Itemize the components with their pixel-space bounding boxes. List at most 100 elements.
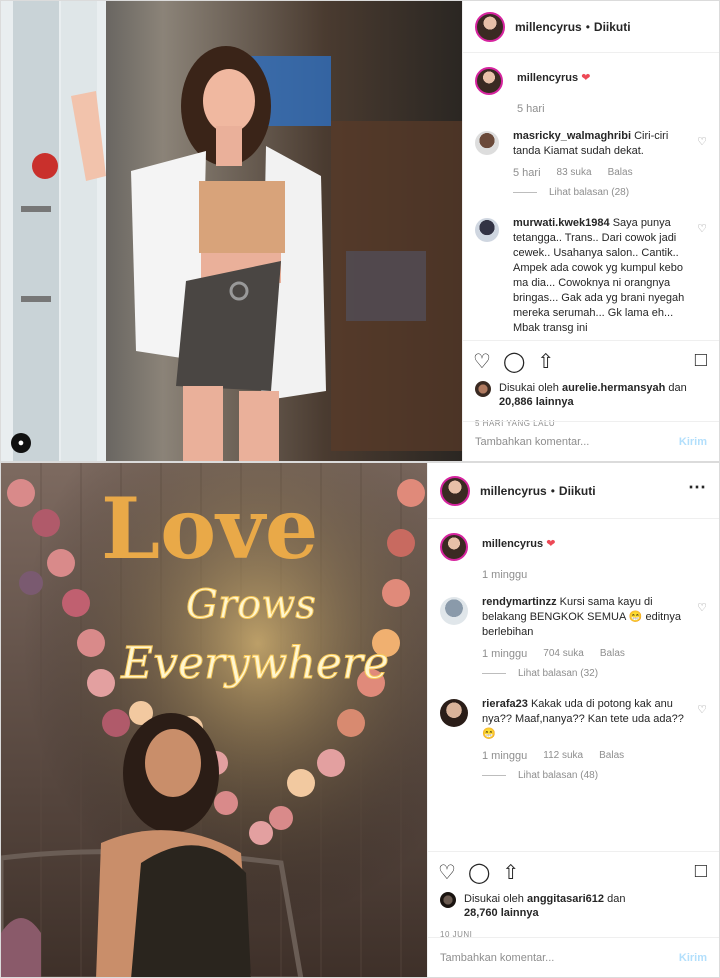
separator-dot: • — [585, 19, 590, 34]
post-header: millencyrus • Diikuti ⋯ — [428, 463, 719, 519]
comment-input[interactable]: Tambahkan komentar... — [475, 436, 589, 448]
caption-time: 1 minggu — [482, 569, 528, 581]
liked-by-prefix: Disukai oleh — [464, 893, 524, 905]
bookmark-icon[interactable]: □ — [695, 349, 707, 372]
comment-row: rendymartinzz Kursi sama kayu di belakan… — [440, 595, 707, 640]
flower-word: Love — [101, 479, 318, 578]
comment-row: masricky_walmaghribi Ciri-ciri tanda Kia… — [475, 129, 707, 159]
liked-by-count[interactable]: 28,760 lainnya — [464, 907, 539, 919]
see-replies-label: Lihat balasan (28) — [549, 187, 630, 198]
post-2-photo[interactable]: Love Grows Everywhere — [1, 463, 429, 977]
caption-time: 5 hari — [517, 103, 545, 115]
comment-like-heart-icon[interactable]: ♡ — [697, 703, 707, 716]
commenter-avatar[interactable] — [475, 131, 499, 155]
caption-row: millencyrus ❤ — [440, 531, 707, 561]
comment-time: 1 minggu — [482, 648, 528, 660]
caption-username[interactable]: millencyrus — [517, 72, 578, 84]
share-icon[interactable]: ⇧ — [502, 860, 519, 885]
see-replies-button[interactable]: Lihat balasan (48) — [482, 770, 707, 781]
post-2-side-panel: millencyrus • Diikuti ⋯ millencyrus ❤ 1 … — [427, 463, 719, 977]
divider-line — [513, 192, 537, 193]
see-replies-label: Lihat balasan (48) — [518, 770, 599, 781]
comment-like-heart-icon[interactable]: ♡ — [697, 222, 707, 235]
divider-line — [482, 775, 506, 776]
caption-username[interactable]: millencyrus — [482, 538, 543, 550]
comment-text: Saya punya tetangga.. Trans.. Dari cowok… — [513, 217, 685, 334]
neon-text-line-1: Grows — [186, 582, 316, 628]
comment-icon[interactable]: ◯ — [503, 349, 525, 374]
liked-by: Disukai oleh anggitasari612 dan 28,760 l… — [428, 892, 719, 920]
comment-meta: 1 minggu 112 suka Balas — [482, 750, 707, 762]
liked-by-suffix: dan — [668, 382, 687, 394]
comment-icon[interactable]: ◯ — [468, 860, 490, 885]
user-tag-icon[interactable]: ● — [11, 433, 31, 453]
send-button[interactable]: Kirim — [679, 952, 707, 964]
liker-avatar[interactable] — [475, 381, 491, 397]
comment-like-heart-icon[interactable]: ♡ — [697, 601, 707, 614]
avatar[interactable] — [475, 11, 505, 42]
see-replies-button[interactable]: Lihat balasan (32) — [482, 668, 707, 679]
post-2-image: Love Grows Everywhere — [1, 463, 429, 977]
commenter-avatar[interactable] — [475, 218, 499, 242]
separator-dot: • — [550, 483, 555, 498]
username[interactable]: millencyrus — [515, 20, 582, 34]
comment-likes[interactable]: 83 suka — [557, 167, 592, 179]
avatar[interactable] — [475, 67, 503, 95]
username[interactable]: millencyrus — [480, 484, 547, 498]
comment-username[interactable]: murwati.kwek1984 — [513, 217, 610, 229]
comment-like-heart-icon[interactable]: ♡ — [697, 135, 707, 148]
add-comment-bar: Tambahkan komentar... Kirim — [463, 421, 719, 461]
comment-time: 1 minggu — [482, 750, 528, 762]
heart-icon[interactable]: ♡ — [438, 860, 456, 885]
comments-section: millencyrus ❤ 5 hari masricky_walmaghrib… — [463, 53, 719, 340]
action-bar: ♡ ◯ ⇧ □ — [463, 340, 719, 381]
send-button[interactable]: Kirim — [679, 436, 707, 448]
share-icon[interactable]: ⇧ — [537, 349, 554, 374]
liked-by-suffix: dan — [607, 893, 626, 905]
avatar[interactable] — [440, 533, 468, 561]
liker-avatar[interactable] — [440, 892, 456, 908]
comment-row: murwati.kwek1984 Saya punya tetangga.. T… — [475, 216, 707, 336]
post-1-side-panel: millencyrus • Diikuti millencyrus ❤ 5 ha… — [462, 1, 719, 461]
caption-row: millencyrus ❤ — [475, 65, 707, 95]
commenter-avatar[interactable] — [440, 699, 468, 727]
liked-by-user[interactable]: anggitasari612 — [527, 893, 604, 905]
post-2: Love Grows Everywhere millencyrus • Diik… — [0, 462, 720, 978]
comment-meta: 5 hari 83 suka Balas — [513, 167, 707, 179]
follow-state[interactable]: Diikuti — [559, 484, 596, 498]
action-bar: ♡ ◯ ⇧ □ — [428, 851, 719, 892]
more-icon[interactable]: ⋯ — [688, 477, 707, 498]
heart-emoji-icon: ❤ — [546, 538, 556, 550]
bookmark-icon[interactable]: □ — [695, 860, 707, 883]
commenter-avatar[interactable] — [440, 597, 468, 625]
comment-username[interactable]: rendymartinzz — [482, 596, 557, 608]
post-header: millencyrus • Diikuti — [463, 1, 719, 53]
comment-likes[interactable]: 704 suka — [543, 648, 584, 660]
liked-by-prefix: Disukai oleh — [499, 382, 559, 394]
comment-username[interactable]: rierafa23 — [482, 698, 528, 710]
comment-username[interactable]: masricky_walmaghribi — [513, 130, 631, 142]
reply-button[interactable]: Balas — [600, 648, 625, 660]
liked-by-user[interactable]: aurelie.hermansyah — [562, 382, 665, 394]
comments-section: millencyrus ❤ 1 minggu rendymartinzz Kur… — [428, 519, 719, 851]
comment-meta: 1 minggu 704 suka Balas — [482, 648, 707, 660]
avatar[interactable] — [440, 475, 470, 506]
heart-emoji-icon: ❤ — [581, 72, 591, 84]
add-comment-bar: Tambahkan komentar... Kirim — [428, 937, 719, 977]
comment-likes[interactable]: 112 suka — [543, 750, 583, 762]
post-1-photo[interactable]: ● — [1, 1, 464, 461]
see-replies-label: Lihat balasan (32) — [518, 668, 599, 679]
heart-icon[interactable]: ♡ — [473, 349, 491, 374]
liked-by-count[interactable]: 20,886 lainnya — [499, 396, 574, 408]
liked-by: Disukai oleh aurelie.hermansyah dan 20,8… — [463, 381, 719, 409]
post-1-image — [1, 1, 464, 461]
reply-button[interactable]: Balas — [608, 167, 633, 179]
neon-text-line-2: Everywhere — [120, 638, 389, 689]
follow-state[interactable]: Diikuti — [594, 20, 631, 34]
reply-button[interactable]: Balas — [599, 750, 624, 762]
comment-input[interactable]: Tambahkan komentar... — [440, 952, 554, 964]
see-replies-button[interactable]: Lihat balasan (28) — [513, 187, 707, 198]
comment-time: 5 hari — [513, 167, 541, 179]
divider-line — [482, 673, 506, 674]
comment-row: rierafa23 Kakak uda di potong kak anu ny… — [440, 697, 707, 742]
